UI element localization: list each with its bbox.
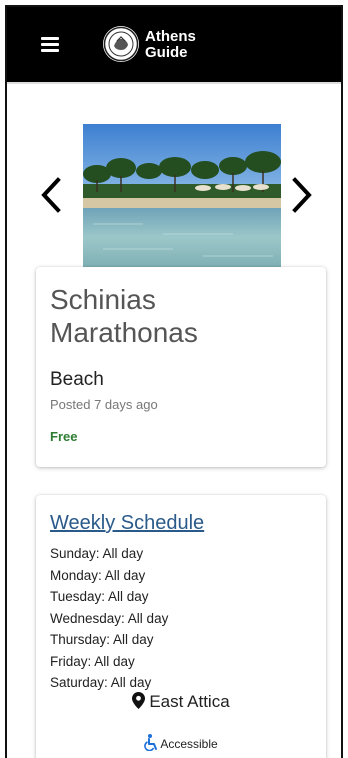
app-frame: Athens Guide Schinias Marathonas Beach P…	[5, 5, 343, 758]
schedule-day: Saturday: All day	[50, 675, 152, 690]
posted-date: Posted 7 days ago	[50, 397, 158, 412]
schedule-day: Thursday: All day	[50, 632, 154, 647]
chevron-left-icon[interactable]	[38, 177, 64, 213]
brand-line-2: Guide	[145, 44, 188, 61]
location-text: East Attica	[149, 692, 230, 711]
listing-title: Schinias Marathonas	[50, 284, 198, 348]
schedule-list: Sunday: All day Monday: All day Tuesday:…	[50, 543, 168, 694]
schedule-card: Weekly Schedule Sunday: All day Monday: …	[36, 495, 326, 758]
accessibility-info: Accessible	[36, 734, 326, 752]
schedule-day: Monday: All day	[50, 567, 146, 583]
chevron-right-icon[interactable]	[289, 177, 315, 213]
schedule-day: Wednesday: All day	[50, 610, 169, 626]
brand-name[interactable]: Athens Guide	[145, 29, 196, 61]
price-label: Free	[50, 429, 78, 444]
brand-line-1: Athens	[145, 28, 196, 45]
listing-card: Schinias Marathonas Beach Posted 7 days …	[36, 267, 326, 467]
hamburger-icon[interactable]	[41, 37, 59, 52]
beach-photo[interactable]	[83, 124, 281, 267]
schedule-day: Friday: All day	[50, 653, 135, 669]
map-pin-icon	[132, 692, 146, 709]
schedule-day: Tuesday: All day	[50, 589, 149, 604]
schedule-day: Sunday: All day	[50, 546, 144, 561]
header-divider	[7, 82, 341, 84]
wheelchair-icon	[144, 734, 158, 752]
athens-guide-logo[interactable]	[103, 26, 139, 62]
location: East Attica	[36, 692, 326, 712]
listing-category: Beach	[50, 369, 104, 390]
weekly-schedule-link[interactable]: Weekly Schedule	[50, 512, 204, 535]
accessible-label: Accessible	[160, 737, 218, 751]
app-header: Athens Guide	[7, 7, 341, 82]
